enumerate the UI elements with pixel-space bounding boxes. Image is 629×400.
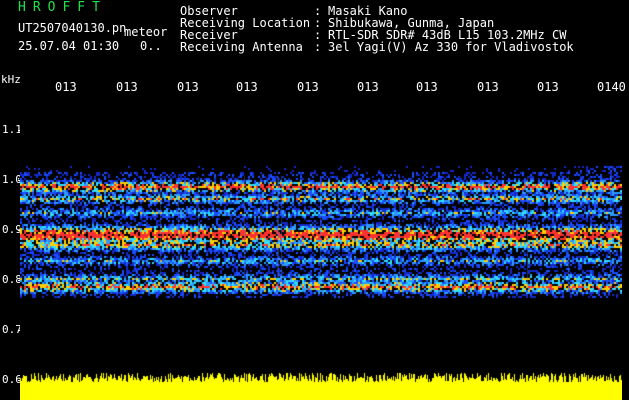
capture-datetime: 25.07.04 01:30 <box>18 39 120 53</box>
spectrogram-plot <box>20 102 622 364</box>
time-tick-label: 013 <box>537 80 559 94</box>
time-tick-label: 013 <box>297 80 319 94</box>
info-value-antenna: 3el Yagi(V) Az 330 for Vladivostok <box>328 40 574 54</box>
time-tick-label: 013 <box>55 80 77 94</box>
time-tick-label: 013 <box>177 80 199 94</box>
signal-level-bar <box>20 366 622 400</box>
info-key-antenna: Receiving Antenna <box>180 40 303 54</box>
frequency-unit-label: kHz <box>1 73 21 86</box>
time-tick-label: 013 <box>357 80 379 94</box>
info-sep: : <box>314 40 322 54</box>
time-tick-label: 013 <box>477 80 499 94</box>
time-tick-label: 013 <box>416 80 438 94</box>
meteor-label: meteor <box>124 25 168 39</box>
image-filename: UT2507040130.pn <box>18 21 127 35</box>
time-tick-label: 013 <box>116 80 138 94</box>
time-tick-label: 0140 <box>597 80 626 94</box>
app-title: HROFFT <box>18 0 107 15</box>
meteor-count: 0.. <box>140 39 162 53</box>
time-tick-label: 013 <box>236 80 258 94</box>
